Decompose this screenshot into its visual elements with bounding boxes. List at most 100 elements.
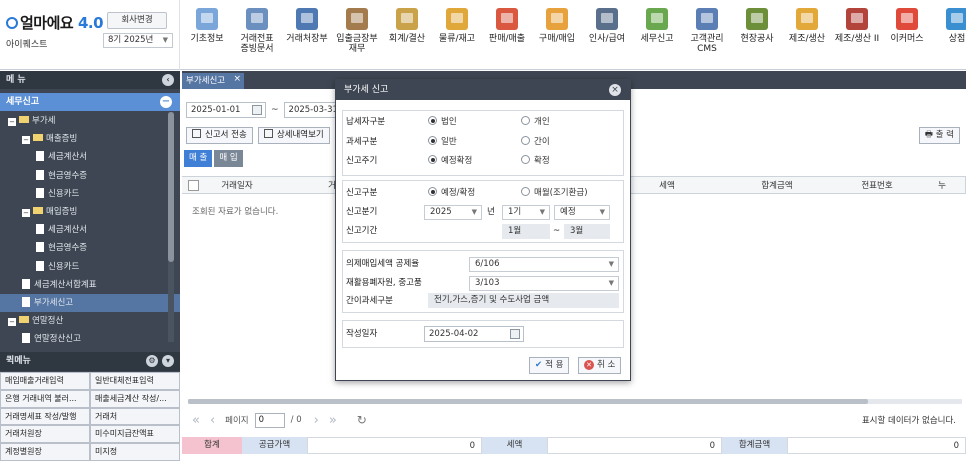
radio-final[interactable]: 확정	[521, 154, 550, 168]
quick-menu-button[interactable]: 거래처	[90, 407, 180, 426]
radio-preliminary-final[interactable]: 예정/확정	[428, 186, 475, 200]
sidebar-item-6[interactable]: 세금계산서	[0, 221, 180, 239]
fiscal-year-select[interactable]: 8기 2025년 ▼	[103, 33, 173, 48]
sidebar-item-7[interactable]: 현금영수증	[0, 239, 180, 257]
radio-corp[interactable]: 법인	[428, 115, 457, 129]
toolbar-item-12[interactable]: 제조/생산	[782, 0, 832, 70]
toolbar-item-10[interactable]: 고객관리 CMS	[682, 0, 732, 70]
sidebar-item-2[interactable]: 세금계산서	[0, 148, 180, 166]
quick-menu-button[interactable]: 매입매출거래입력	[0, 372, 90, 390]
toolbar-item-9[interactable]: 세무신고	[632, 0, 682, 70]
column-header[interactable]: 전표번호	[842, 177, 912, 195]
radio-preliminary[interactable]: 예정확정	[428, 154, 472, 168]
subtab-0[interactable]: 매 출	[184, 150, 213, 167]
sidebar-item-label: 세금계산서	[48, 225, 88, 236]
quick-menu-button[interactable]: 미지정	[90, 443, 180, 461]
date-from-input[interactable]: 2025-01-01	[186, 102, 266, 118]
toolbar-item-14[interactable]: 이커머스	[882, 0, 932, 70]
scrollbar-thumb[interactable]	[188, 399, 868, 404]
radio-individual[interactable]: 개인	[521, 115, 550, 129]
minus-icon[interactable]: −	[8, 318, 16, 327]
close-icon[interactable]: ×	[609, 84, 621, 96]
year-select[interactable]: 2025 ▼	[424, 205, 482, 220]
write-date-input[interactable]: 2025-04-02	[424, 326, 524, 342]
toolbar-item-2[interactable]: 거래처장부	[282, 0, 332, 70]
cancel-button[interactable]: ✕ 취 소	[578, 357, 622, 374]
sidebar-item-11[interactable]: − 연말정산	[0, 312, 180, 330]
toolbar-item-label: 기초정보	[190, 34, 224, 44]
quick-menu-button[interactable]: 거래명세표 작성/발행	[0, 407, 90, 426]
sidebar-scrollbar[interactable]	[168, 112, 174, 342]
toolbar-item-11[interactable]: 현장공사	[732, 0, 782, 70]
last-page-icon[interactable]: »	[329, 413, 337, 428]
prev-page-icon[interactable]: ‹	[210, 413, 215, 428]
radio-monthly[interactable]: 매월(조기환급)	[521, 186, 588, 200]
sidebar-item-9[interactable]: 세금계산서합계표	[0, 276, 180, 294]
sidebar-item-12[interactable]: 연말정산신고	[0, 330, 180, 346]
column-header[interactable]: 합계금액	[722, 177, 832, 195]
toolbar-item-8[interactable]: 인사/급여	[582, 0, 632, 70]
toolbar-item-1[interactable]: 거래전표 증빙문서	[232, 0, 282, 70]
radio-general[interactable]: 일반	[428, 135, 457, 149]
sidebar-item-5[interactable]: − 매입증빙	[0, 203, 180, 221]
minus-icon[interactable]: −	[8, 118, 16, 126]
column-header[interactable]: 누	[922, 177, 962, 195]
quick-menu-button[interactable]: 미수미지급잔액표	[90, 425, 180, 444]
quick-menu-button[interactable]: 은행 거래내역 불러...	[0, 389, 90, 408]
kind-select[interactable]: 예정 ▼	[554, 205, 610, 220]
next-page-icon[interactable]: ›	[314, 413, 319, 428]
quick-menu-button[interactable]: 일반대체전표입력	[90, 372, 180, 390]
chevron-down-icon[interactable]: ▾	[162, 355, 174, 367]
toolbar-item-4[interactable]: 회계/결산	[382, 0, 432, 70]
sidebar-item-3[interactable]: 현금영수증	[0, 167, 180, 185]
quick-menu-button[interactable]: 매출세금계산 작성/...	[90, 389, 180, 408]
toolbar-item-15[interactable]: 상점	[932, 0, 966, 70]
year-unit: 년	[487, 207, 495, 217]
toolbar-item-7[interactable]: 구매/매입	[532, 0, 582, 70]
cancel-icon: ✕	[584, 360, 594, 370]
page-input[interactable]: 0	[254, 412, 285, 428]
recycle-select[interactable]: 3/103 ▼	[469, 276, 619, 291]
sidebar-item-10[interactable]: 부가세신고	[0, 293, 180, 313]
quarter-select[interactable]: 1기 ▼	[502, 205, 550, 220]
close-icon[interactable]: ×	[233, 71, 241, 87]
scrollbar-thumb[interactable]	[168, 112, 174, 262]
sidebar-item-8[interactable]: 신용카드	[0, 258, 180, 276]
toolbar-item-0[interactable]: 기초정보	[182, 0, 232, 70]
quick-row: 계정별원장 미지정	[0, 443, 180, 461]
subtab-1[interactable]: 매 입	[214, 150, 243, 167]
minus-icon[interactable]: −	[22, 208, 30, 217]
calendar-icon[interactable]	[510, 329, 520, 339]
first-page-icon[interactable]: «	[192, 413, 200, 428]
view-details-button[interactable]: 상세내역보기	[257, 127, 330, 144]
quick-menu-button[interactable]: 계정별원장	[0, 443, 90, 461]
section-header[interactable]: 세무신고 −	[0, 93, 180, 111]
radio-simple[interactable]: 간이	[521, 135, 550, 149]
column-header[interactable]: 거래일자	[202, 177, 272, 195]
gear-icon[interactable]: ⚙	[146, 355, 158, 367]
collapse-menu-icon[interactable]: ‹	[162, 74, 174, 86]
apply-button[interactable]: ✔ 적 용	[529, 357, 570, 374]
calendar-icon[interactable]	[252, 105, 262, 115]
sidebar-item-1[interactable]: − 매출증빙	[0, 130, 180, 148]
sidebar-item-0[interactable]: − 부가세	[0, 112, 180, 130]
refresh-icon[interactable]: ↻	[357, 413, 367, 427]
change-company-button[interactable]: 회사변경	[107, 12, 167, 29]
radio-dot	[521, 116, 530, 125]
sidebar-item-4[interactable]: 신용카드	[0, 185, 180, 203]
tab-vat-report[interactable]: 부가세신고 ×	[182, 73, 244, 89]
quick-menu-button[interactable]: 거래처원장	[0, 425, 90, 444]
report-type-label: 신고구분	[346, 188, 378, 198]
deemed-select[interactable]: 6/106 ▼	[469, 257, 619, 272]
toolbar-item-5[interactable]: 물류/재고	[432, 0, 482, 70]
toolbar-item-6[interactable]: 판매/매출	[482, 0, 532, 70]
select-all-checkbox[interactable]	[188, 180, 199, 191]
print-label: 출 력	[935, 130, 954, 140]
horizontal-scrollbar[interactable]	[188, 399, 962, 404]
minus-icon[interactable]: −	[160, 96, 172, 108]
toolbar-item-13[interactable]: 제조/생산 II	[832, 0, 882, 70]
minus-icon[interactable]: −	[22, 136, 30, 145]
toolbar-item-3[interactable]: 입출금장부 재무	[332, 0, 382, 70]
print-button[interactable]: 🖶 출 력	[918, 127, 960, 144]
send-report-button[interactable]: 신고서 전송	[186, 127, 253, 144]
